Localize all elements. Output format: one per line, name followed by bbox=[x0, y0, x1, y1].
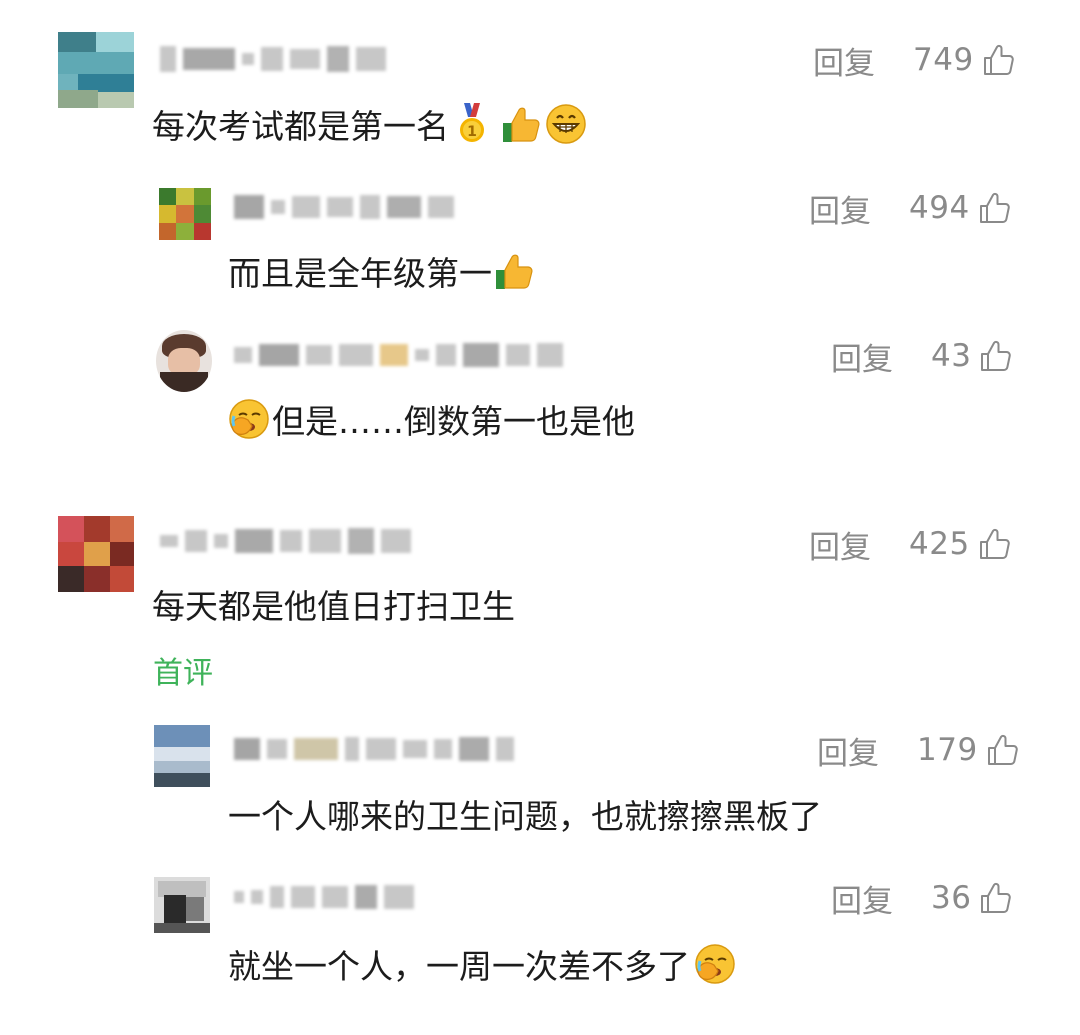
avatar[interactable] bbox=[154, 725, 210, 787]
facepalm-icon bbox=[695, 944, 735, 984]
thumbs-up-icon bbox=[503, 107, 540, 142]
medal-icon: 1 bbox=[460, 103, 484, 142]
avatar[interactable] bbox=[58, 32, 134, 108]
svg-text:1: 1 bbox=[467, 124, 477, 140]
like-icon[interactable] bbox=[982, 43, 1014, 77]
thumbs-up-icon bbox=[496, 254, 533, 289]
like-count: 179 bbox=[917, 732, 978, 768]
like-icon[interactable] bbox=[979, 339, 1012, 373]
reply-text: 一个人哪来的卫生问题，也就擦擦黑板了 bbox=[228, 797, 822, 836]
facepalm-icon bbox=[229, 399, 269, 439]
like-count: 36 bbox=[931, 880, 972, 916]
like-icon[interactable] bbox=[978, 191, 1010, 225]
reply-button[interactable]: 回复 bbox=[809, 186, 871, 231]
reply-button[interactable]: 回复 bbox=[831, 876, 893, 921]
like-icon[interactable] bbox=[986, 733, 1018, 767]
comment-text: 每天都是他值日打扫卫生 bbox=[152, 587, 515, 626]
reply-button[interactable]: 回复 bbox=[831, 334, 893, 379]
username[interactable] bbox=[160, 524, 411, 558]
reply-button[interactable]: 回复 bbox=[809, 522, 871, 567]
avatar[interactable] bbox=[159, 188, 211, 240]
like-count: 425 bbox=[909, 526, 970, 562]
username[interactable] bbox=[234, 338, 563, 372]
reply-text: 就坐一个人，一周一次差不多了 bbox=[228, 947, 690, 986]
username[interactable] bbox=[160, 42, 386, 76]
like-count: 43 bbox=[931, 338, 972, 374]
reply-text: 但是……倒数第一也是他 bbox=[272, 402, 635, 441]
reply-button[interactable]: 回复 bbox=[813, 38, 875, 83]
grin-icon bbox=[546, 104, 586, 144]
username[interactable] bbox=[234, 190, 454, 224]
username[interactable] bbox=[234, 732, 514, 766]
like-count: 494 bbox=[909, 190, 970, 226]
comment-text: 每次考试都是第一名 bbox=[152, 107, 449, 146]
reply-text: 而且是全年级第一 bbox=[228, 254, 492, 293]
avatar[interactable] bbox=[156, 330, 212, 392]
reply-button[interactable]: 回复 bbox=[817, 728, 879, 773]
like-icon[interactable] bbox=[978, 527, 1010, 561]
like-icon[interactable] bbox=[979, 881, 1012, 915]
avatar[interactable] bbox=[58, 516, 134, 592]
avatar[interactable] bbox=[154, 877, 210, 933]
like-count: 749 bbox=[913, 42, 974, 78]
username[interactable] bbox=[234, 880, 414, 914]
first-comment-badge: 首评 bbox=[153, 656, 213, 691]
